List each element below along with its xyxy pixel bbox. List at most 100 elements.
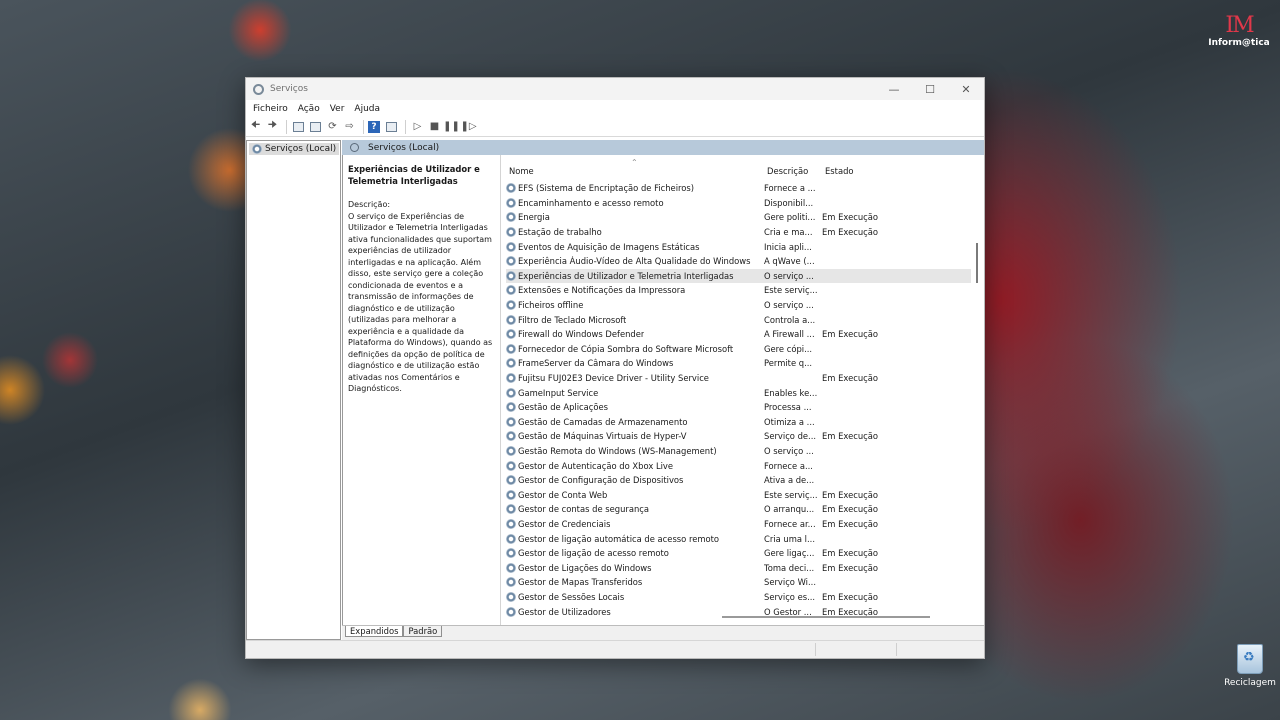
service-name: Firewall do Windows Defender: [518, 329, 645, 340]
service-row[interactable]: Gestor de Ligações do Windows Toma deci..…: [506, 560, 971, 575]
service-row[interactable]: Gestor de ligação automática de acesso r…: [506, 531, 971, 546]
tab-expandidos[interactable]: Expandidos: [345, 626, 404, 637]
service-description: Disponibil...: [764, 197, 814, 208]
service-row[interactable]: Filtro de Teclado Microsoft Controla a...: [506, 312, 971, 327]
service-name: Fornecedor de Cópia Sombra do Software M…: [518, 343, 734, 354]
service-row[interactable]: FrameServer da Câmara do Windows Permite …: [506, 356, 971, 371]
service-name: Gestor de Mapas Transferidos: [518, 577, 643, 588]
service-state: Em Execução: [822, 518, 879, 529]
help-icon[interactable]: ?: [368, 120, 380, 133]
column-header-name[interactable]: Nome: [506, 166, 767, 176]
service-name-cell: Fornecedor de Cópia Sombra do Software M…: [506, 343, 764, 354]
selected-service-title: Experiências de Utilizador e Telemetria …: [348, 164, 480, 186]
service-row[interactable]: Ficheiros offline O serviço ...: [506, 298, 971, 313]
title-bar[interactable]: Serviços — ☐ ✕: [246, 78, 984, 100]
description-label: Descrição:: [348, 200, 391, 209]
view-tabs: Expandidos Padrão: [342, 625, 984, 640]
service-name: Fujitsu FUJ02E3 Device Driver - Utility …: [518, 373, 709, 384]
horizontal-scrollbar-thumb[interactable]: [722, 616, 930, 618]
service-row[interactable]: Gestor de Sessões Locais Serviço es... Em …: [506, 590, 971, 605]
service-row[interactable]: Extensões e Notificações da Impressora Es…: [506, 283, 971, 298]
column-header-description[interactable]: Descrição: [767, 166, 825, 176]
service-row[interactable]: GameInput Service Enables ke...: [506, 385, 971, 400]
gear-icon: [506, 533, 516, 544]
refresh-icon[interactable]: ⟳: [325, 119, 340, 134]
back-arrow-icon[interactable]: 🠈: [248, 119, 263, 134]
service-row[interactable]: Energia Gere politi... Em Execução: [506, 210, 971, 225]
service-row[interactable]: Gestor de Configuração de Dispositivos At…: [506, 473, 971, 488]
recycle-bin-shortcut[interactable]: Reciclagem: [1222, 644, 1278, 688]
service-name-cell: Firewall do Windows Defender: [506, 329, 764, 340]
service-row[interactable]: Gestor de ligação de acesso remoto Gere l…: [506, 546, 971, 561]
service-row[interactable]: Eventos de Aquisição de Imagens Estática…: [506, 239, 971, 254]
service-state: Em Execução: [822, 504, 879, 515]
service-name: Estação de trabalho: [518, 227, 602, 238]
service-row[interactable]: Experiência Áudio-Vídeo de Alta Qualidad…: [506, 254, 971, 269]
service-name-cell: FrameServer da Câmara do Windows: [506, 358, 764, 369]
menu-ficheiro[interactable]: Ficheiro: [248, 104, 293, 114]
stop-service-icon[interactable]: ■: [427, 119, 442, 134]
service-row[interactable]: Gestor de Mapas Transferidos Serviço Wi..…: [506, 575, 971, 590]
vertical-scrollbar[interactable]: [971, 155, 983, 626]
console-tree-icon[interactable]: [291, 119, 306, 134]
show-hide-action-pane-icon[interactable]: [384, 119, 399, 134]
gear-icon: [506, 314, 516, 325]
service-name: Gestão de Camadas de Armazenamento: [518, 416, 688, 427]
service-row[interactable]: Gestão de Máquinas Virtuais de Hyper-V Se…: [506, 429, 971, 444]
service-row[interactable]: EFS (Sistema de Encriptação de Ficheiros…: [506, 181, 971, 196]
toolbar-separator: [363, 119, 364, 134]
status-bar: [246, 640, 984, 658]
service-name: Gestor de Utilizadores: [518, 606, 611, 617]
service-row[interactable]: Estação de trabalho Cria e ma... Em Execuç…: [506, 225, 971, 240]
service-description: Gere politi...: [764, 212, 816, 223]
service-row[interactable]: Gestor de Credenciais Fornece ar... Em Exe…: [506, 517, 971, 532]
service-description: Toma deci...: [764, 562, 815, 573]
gear-icon: [506, 387, 516, 398]
service-row[interactable]: Fornecedor de Cópia Sombra do Software M…: [506, 342, 971, 357]
service-name-cell: Gestor de Ligações do Windows: [506, 562, 764, 573]
export-list-icon[interactable]: ⇨: [342, 119, 357, 134]
close-button[interactable]: ✕: [948, 83, 984, 96]
service-row[interactable]: Fujitsu FUJ02E3 Device Driver - Utility …: [506, 371, 971, 386]
recycle-bin-icon[interactable]: [1237, 644, 1263, 674]
service-name: Gestor de Conta Web: [518, 489, 608, 500]
service-row[interactable]: Gestão de Aplicações Processa ...: [506, 400, 971, 415]
toolbar-separator: [286, 119, 287, 134]
service-name: Gestor de Autenticação do Xbox Live: [518, 460, 674, 471]
service-name-cell: Ficheiros offline: [506, 300, 764, 311]
gear-icon: [506, 562, 516, 573]
forward-arrow-icon[interactable]: 🠊: [265, 119, 280, 134]
maximize-button[interactable]: ☐: [912, 83, 948, 96]
column-header-state[interactable]: Estado: [825, 166, 965, 176]
service-row[interactable]: Gestor de Conta Web Este serviç... Em Exec…: [506, 487, 971, 502]
gear-icon: [506, 548, 516, 559]
vertical-scrollbar-thumb[interactable]: [976, 243, 978, 283]
gear-icon: [506, 183, 516, 194]
service-row[interactable]: Encaminhamento e acesso remoto Disponibil…: [506, 196, 971, 211]
gear-icon: [506, 431, 516, 442]
gear-icon: [506, 285, 516, 296]
menu-ajuda[interactable]: Ajuda: [349, 104, 385, 114]
properties-icon[interactable]: [308, 119, 323, 134]
services-window: Serviços — ☐ ✕ Ficheiro Ação Ver Ajuda 🠈…: [245, 77, 985, 659]
service-name-cell: Gestão de Camadas de Armazenamento: [506, 416, 764, 427]
service-row[interactable]: Gestão Remota do Windows (WS-Management)…: [506, 444, 971, 459]
pause-service-icon[interactable]: ❚❚: [443, 119, 460, 134]
service-row[interactable]: Gestor de contas de segurança O arranqu..…: [506, 502, 971, 517]
service-row[interactable]: Firewall do Windows Defender A Firewall .…: [506, 327, 971, 342]
minimize-button[interactable]: —: [876, 83, 912, 96]
service-name-cell: Experiências de Utilizador e Telemetria …: [506, 270, 764, 281]
tree-item-services-local[interactable]: Serviços (Local): [249, 143, 340, 155]
service-row[interactable]: Gestor de Autenticação do Xbox Live Forne…: [506, 458, 971, 473]
start-service-icon[interactable]: ▷: [410, 119, 425, 134]
service-row[interactable]: Gestão de Camadas de Armazenamento Otimiz…: [506, 415, 971, 430]
tab-padrao[interactable]: Padrão: [403, 626, 443, 637]
service-name-cell: Gestão de Máquinas Virtuais de Hyper-V: [506, 431, 764, 442]
menu-acao[interactable]: Ação: [293, 104, 325, 114]
service-description: O serviço ...: [764, 270, 814, 281]
gear-icon: [506, 606, 516, 617]
service-row[interactable]: Experiências de Utilizador e Telemetria …: [506, 268, 971, 284]
service-description: Processa ...: [764, 402, 812, 413]
restart-service-icon[interactable]: ❚▷: [460, 119, 476, 134]
menu-ver[interactable]: Ver: [325, 104, 350, 114]
